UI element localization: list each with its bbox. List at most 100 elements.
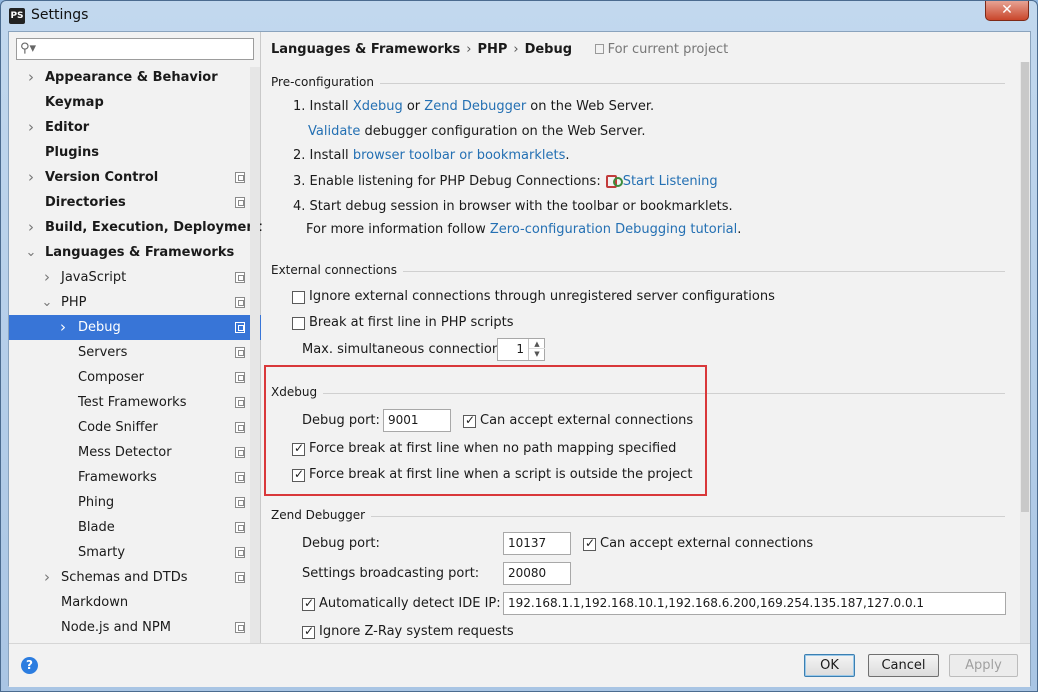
sidebar-item-label: PHP	[61, 295, 87, 310]
sidebar-item-schemas-and-dtds[interactable]: › Schemas and DTDs	[9, 565, 261, 590]
sidebar-item-node-js-and-npm[interactable]: Node.js and NPM	[9, 615, 261, 640]
ide-ip-input[interactable]: 192.168.1.1,192.168.10.1,192.168.6.200,1…	[503, 592, 1006, 615]
sidebar-item-label: Debug	[78, 320, 121, 335]
sidebar-item-plugins[interactable]: Plugins	[9, 140, 261, 165]
force-break-outside-project-label: Force break at first line when a script …	[309, 467, 693, 482]
project-level-icon	[235, 572, 245, 583]
break-first-line-checkbox[interactable]	[292, 317, 305, 330]
close-window-button[interactable]: ✕	[985, 1, 1029, 21]
sidebar-item-mess-detector[interactable]: Mess Detector	[9, 440, 261, 465]
settings-tree: › Appearance & Behavior Keymap › Editor Plugi…	[9, 65, 262, 640]
sidebar-item-debug[interactable]: › Debug	[9, 315, 261, 340]
preconfig-more-info: For more information follow Zero-configu…	[306, 222, 742, 237]
preconfig-step-4: 4. Start debug session in browser with t…	[293, 199, 733, 214]
breadcrumb-separator: ›	[466, 42, 472, 57]
search-input[interactable]	[39, 41, 249, 57]
sidebar-item-version-control[interactable]: › Version Control	[9, 165, 261, 190]
chevron-right-icon[interactable]: ›	[41, 565, 53, 590]
ok-button[interactable]: OK	[804, 654, 855, 677]
project-level-icon	[235, 197, 245, 208]
sidebar-item-composer[interactable]: Composer	[9, 365, 261, 390]
chevron-right-icon[interactable]: ›	[25, 115, 37, 140]
project-level-icon	[235, 497, 245, 508]
chevron-right-icon[interactable]: ›	[25, 65, 37, 90]
project-level-icon	[235, 422, 245, 433]
force-break-outside-project-checkbox[interactable]	[292, 467, 305, 482]
chevron-right-icon[interactable]: ›	[57, 315, 69, 340]
help-icon[interactable]: ?	[21, 657, 38, 674]
auto-detect-ip-checkbox[interactable]	[302, 596, 315, 611]
start-listening-icon[interactable]	[605, 173, 623, 188]
cancel-button[interactable]: Cancel	[868, 654, 939, 677]
ignore-zray-label: Ignore Z-Ray system requests	[319, 624, 514, 639]
spinner-down-icon[interactable]: ▼	[529, 349, 545, 359]
main-scrollbar[interactable]	[1020, 62, 1030, 643]
sidebar-item-blade[interactable]: Blade	[9, 515, 261, 540]
max-connections-label: Max. simultaneous connections:	[302, 342, 512, 357]
title-bar[interactable]: PS Settings ✕	[1, 1, 1037, 31]
sidebar-item-frameworks[interactable]: Frameworks	[9, 465, 261, 490]
sidebar-item-directories[interactable]: Directories	[9, 190, 261, 215]
window-title: Settings	[31, 7, 89, 23]
xdebug-port-label: Debug port:	[302, 413, 380, 428]
sidebar-item-code-sniffer[interactable]: Code Sniffer	[9, 415, 261, 440]
spinner-up-icon[interactable]: ▲	[529, 339, 545, 349]
sidebar-item-label: JavaScript	[61, 270, 127, 285]
breadcrumb-debug: Debug	[524, 42, 573, 57]
project-level-icon	[235, 322, 245, 333]
sidebar-item-markdown[interactable]: Markdown	[9, 590, 261, 615]
external-section-header: External connections	[271, 263, 1005, 279]
chevron-down-icon[interactable]: ⌄	[41, 290, 53, 315]
dialog-button-bar: ? OK Cancel Apply	[9, 643, 1030, 687]
sidebar-item-smarty[interactable]: Smarty	[9, 540, 261, 565]
zend-port-input[interactable]: 10137	[503, 532, 571, 555]
sidebar-item-build-execution-deployment[interactable]: › Build, Execution, Deployment	[9, 215, 262, 240]
main-scrollbar-thumb[interactable]	[1021, 62, 1029, 512]
force-break-no-mapping-checkbox[interactable]	[292, 441, 305, 456]
xdebug-port-input[interactable]: 9001	[383, 409, 451, 432]
close-icon: ✕	[1001, 2, 1013, 18]
apply-button[interactable]: Apply	[949, 654, 1018, 677]
sidebar-item-label: Plugins	[45, 145, 99, 160]
preconfig-validate: Validate debugger configuration on the W…	[308, 124, 646, 139]
sidebar-scrollbar[interactable]	[250, 67, 260, 643]
chevron-right-icon[interactable]: ›	[41, 265, 53, 290]
sidebar-item-php[interactable]: ⌄ PHP	[9, 290, 261, 315]
broadcast-port-input[interactable]: 20080	[503, 562, 571, 585]
sidebar-item-javascript[interactable]: › JavaScript	[9, 265, 261, 290]
zend-port-label: Debug port:	[302, 536, 380, 551]
xdebug-link[interactable]: Xdebug	[353, 99, 403, 114]
sidebar-item-label: Directories	[45, 195, 126, 210]
settings-search[interactable]: ⚲▾	[16, 38, 254, 60]
sidebar-item-keymap[interactable]: Keymap	[9, 90, 261, 115]
sidebar-item-phing[interactable]: Phing	[9, 490, 261, 515]
ignore-external-label: Ignore external connections through unre…	[309, 289, 775, 304]
start-listening-link[interactable]: Start Listening	[623, 174, 718, 189]
xdebug-accept-external-checkbox[interactable]	[463, 413, 476, 428]
breadcrumb-php: PHP	[477, 42, 508, 57]
sidebar-item-label: Composer	[78, 370, 145, 385]
chevron-right-icon[interactable]: ›	[25, 165, 37, 190]
browser-toolbar-link[interactable]: browser toolbar or bookmarklets	[353, 148, 566, 163]
ignore-zray-checkbox[interactable]	[302, 624, 315, 639]
zend-accept-external-checkbox[interactable]	[583, 536, 596, 551]
ignore-external-checkbox[interactable]	[292, 291, 305, 304]
sidebar-item-appearance-behavior[interactable]: › Appearance & Behavior	[9, 65, 261, 90]
breadcrumb-separator: ›	[513, 42, 519, 57]
sidebar-item-languages-frameworks[interactable]: ⌄ Languages & Frameworks	[9, 240, 261, 265]
max-connections-value: 1	[516, 342, 524, 356]
sidebar-item-editor[interactable]: › Editor	[9, 115, 261, 140]
scope-text: For current project	[607, 42, 729, 57]
sidebar-item-test-frameworks[interactable]: Test Frameworks	[9, 390, 261, 415]
chevron-right-icon[interactable]: ›	[25, 215, 37, 240]
sidebar-item-servers[interactable]: Servers	[9, 340, 261, 365]
project-level-icon	[235, 397, 245, 408]
max-connections-spinner[interactable]: 1 ▲ ▼	[497, 338, 545, 361]
validate-link[interactable]: Validate	[308, 124, 360, 139]
zend-debugger-link[interactable]: Zend Debugger	[424, 99, 526, 114]
sidebar-item-label: Code Sniffer	[78, 420, 158, 435]
breadcrumb: Languages & Frameworks › PHP › Debug For cur…	[271, 42, 728, 57]
sidebar-item-label: Schemas and DTDs	[61, 570, 188, 585]
tutorial-link[interactable]: Zero-configuration Debugging tutorial	[490, 222, 737, 237]
chevron-down-icon[interactable]: ⌄	[25, 240, 37, 265]
